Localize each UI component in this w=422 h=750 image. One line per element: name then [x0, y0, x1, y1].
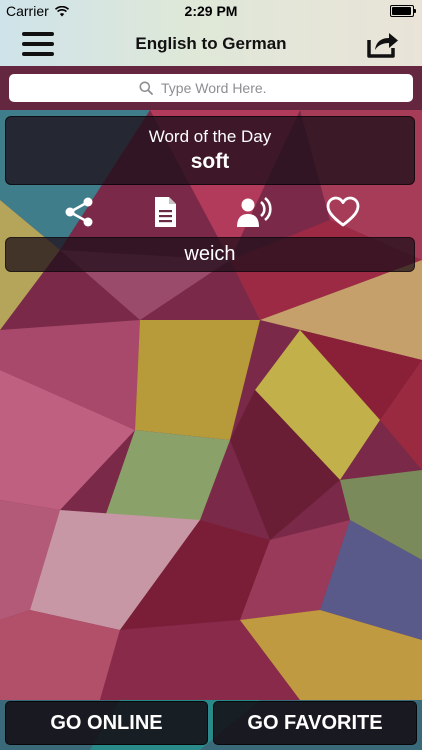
document-icon[interactable]	[147, 194, 183, 230]
translation-result: weich	[5, 237, 415, 272]
app-screen: Carrier 2:29 PM English to German Type W…	[0, 0, 422, 750]
word-of-the-day-word: soft	[190, 150, 230, 173]
speak-icon[interactable]	[236, 194, 272, 230]
share-icon[interactable]	[61, 194, 97, 230]
go-favorite-button[interactable]: GO FAVORITE	[213, 701, 417, 745]
word-of-the-day-card: Word of the Day soft	[5, 116, 415, 185]
action-row	[0, 190, 422, 234]
menu-icon-bar-middle	[22, 42, 54, 46]
menu-icon-bar-bottom	[22, 52, 54, 56]
search-box[interactable]	[9, 74, 413, 102]
polygon-background	[0, 0, 422, 750]
heart-icon[interactable]	[325, 194, 361, 230]
share-export-icon[interactable]	[366, 28, 400, 60]
status-left: Carrier	[0, 3, 69, 19]
menu-icon-bar-top	[22, 32, 54, 36]
menu-button[interactable]	[22, 30, 54, 58]
search-icon	[139, 81, 153, 95]
wifi-icon	[54, 5, 69, 16]
search-input[interactable]	[159, 79, 283, 97]
battery-icon	[390, 5, 416, 17]
status-bar: Carrier 2:29 PM	[0, 0, 422, 22]
navigation-bar: English to German	[0, 22, 422, 66]
page-title: English to German	[135, 34, 287, 53]
word-of-the-day-label: Word of the Day	[148, 127, 272, 146]
status-right	[390, 5, 422, 17]
search-bar	[0, 66, 422, 110]
carrier-label: Carrier	[6, 3, 49, 19]
go-online-button[interactable]: GO ONLINE	[5, 701, 208, 745]
